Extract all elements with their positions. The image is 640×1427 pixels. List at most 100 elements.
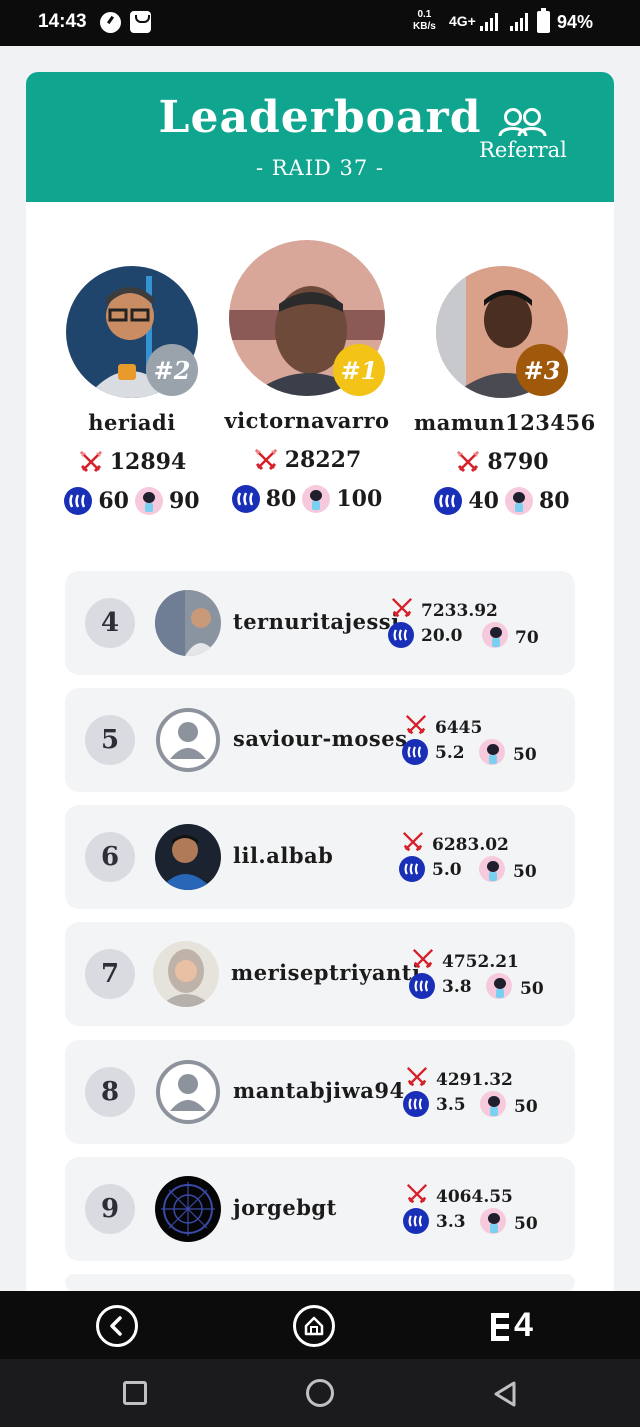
username: lil.albab bbox=[233, 843, 334, 868]
rank-badge-third: #3 bbox=[516, 344, 568, 396]
steem-value: 3.5 bbox=[436, 1095, 466, 1115]
steem-icon bbox=[403, 1091, 429, 1117]
fan-avatar-icon bbox=[135, 487, 163, 515]
home-circle-icon[interactable] bbox=[306, 1379, 334, 1407]
fan-value: 50 bbox=[513, 862, 537, 882]
signal-icon bbox=[480, 12, 498, 31]
rank-number: 9 bbox=[85, 1184, 135, 1234]
score: 6283.02 bbox=[432, 835, 509, 855]
leaderboard-logo-icon[interactable]: 4 bbox=[490, 1306, 546, 1344]
steem-value: 20.0 bbox=[421, 626, 463, 646]
steem-value: 5.2 bbox=[435, 743, 465, 763]
battery-percent: 94% bbox=[557, 12, 594, 32]
podium-score: 28227 bbox=[284, 447, 362, 473]
crossed-swords-icon bbox=[391, 597, 413, 618]
referral-label: Referral bbox=[479, 138, 567, 162]
status-bar: 14:43 0.1 KB/s 4G+ 94% bbox=[0, 0, 640, 46]
battery-icon bbox=[537, 8, 550, 33]
crossed-swords-icon bbox=[412, 948, 434, 969]
score: 4064.55 bbox=[436, 1187, 513, 1207]
steem-icon bbox=[388, 622, 414, 648]
fan-value: 50 bbox=[514, 1214, 538, 1234]
podium-second[interactable]: #2 heriadi 12894 60 90 bbox=[56, 266, 208, 515]
fan-avatar-icon bbox=[302, 485, 331, 513]
referral-button[interactable]: Referral bbox=[478, 106, 568, 162]
system-nav bbox=[0, 1359, 640, 1427]
fan-value: 50 bbox=[513, 745, 537, 765]
speedometer-icon bbox=[100, 12, 121, 33]
rank-number: 6 bbox=[85, 832, 135, 882]
leaderboard-row[interactable]: 6 lil.albab 6283.02 5.0 50 bbox=[65, 805, 575, 909]
username: saviour-moses bbox=[233, 726, 408, 751]
rank-number: 8 bbox=[85, 1067, 135, 1117]
podium-steem: 80 bbox=[265, 486, 297, 512]
crossed-swords-icon bbox=[457, 451, 480, 473]
score: 7233.92 bbox=[421, 601, 498, 621]
rank-number: 4 bbox=[85, 598, 135, 648]
score: 4291.32 bbox=[436, 1070, 513, 1090]
fan-avatar-icon bbox=[479, 856, 505, 882]
podium-steem: 40 bbox=[468, 488, 499, 514]
crossed-swords-icon bbox=[405, 714, 427, 735]
steem-icon bbox=[399, 856, 425, 882]
avatar bbox=[153, 941, 219, 1007]
podium-steem: 60 bbox=[98, 488, 129, 514]
fan-avatar-icon bbox=[505, 487, 533, 515]
avatar bbox=[155, 824, 221, 890]
back-triangle-icon[interactable] bbox=[492, 1380, 518, 1408]
rank-number: 5 bbox=[85, 715, 135, 765]
recents-icon[interactable] bbox=[123, 1381, 147, 1405]
leaderboard-row-partial[interactable] bbox=[65, 1274, 575, 1291]
crossed-swords-icon bbox=[406, 1183, 428, 1204]
steem-value: 3.8 bbox=[442, 977, 472, 997]
network-type: 4G+ bbox=[449, 13, 476, 29]
leaderboard-row[interactable]: 8 mantabjiwa94 4291.32 3.5 50 bbox=[65, 1040, 575, 1144]
fan-avatar-icon bbox=[486, 973, 512, 999]
back-icon[interactable] bbox=[96, 1305, 138, 1347]
podium-score: 12894 bbox=[109, 449, 187, 475]
podium-name: mamun123456 bbox=[414, 410, 596, 435]
steem-value: 5.0 bbox=[432, 860, 462, 880]
avatar: #1 bbox=[229, 240, 385, 396]
steem-icon bbox=[409, 973, 435, 999]
signal-icon-2 bbox=[510, 12, 528, 31]
steem-icon bbox=[231, 485, 260, 513]
crossed-swords-icon bbox=[402, 831, 424, 852]
users-icon bbox=[498, 108, 547, 137]
fan-avatar-icon bbox=[480, 1208, 506, 1234]
steem-icon bbox=[403, 1208, 429, 1234]
avatar bbox=[155, 1176, 221, 1242]
steem-icon bbox=[402, 739, 428, 765]
username: mantabjiwa94 bbox=[233, 1078, 405, 1103]
crossed-swords-icon bbox=[254, 449, 277, 471]
avatar: #3 bbox=[436, 266, 568, 398]
avatar: #2 bbox=[66, 266, 198, 398]
score: 4752.21 bbox=[442, 952, 519, 972]
rank-badge-first: #1 bbox=[333, 344, 385, 396]
fan-value: 50 bbox=[520, 979, 544, 999]
rank-number: 7 bbox=[85, 949, 135, 999]
avatar bbox=[155, 590, 221, 656]
speed-unit: KB/s bbox=[413, 21, 436, 32]
crossed-swords-icon bbox=[406, 1066, 428, 1087]
fan-value: 70 bbox=[515, 628, 539, 648]
podium-third[interactable]: #3 mamun123456 8790 40 80 bbox=[414, 266, 596, 515]
podium-fan: 80 bbox=[539, 488, 570, 514]
leaderboard-row[interactable]: 5 saviour-moses 6445 5.2 50 bbox=[65, 688, 575, 792]
leaderboard-row[interactable]: 9 jorgebgt 4064.55 3.3 50 bbox=[65, 1157, 575, 1261]
crossed-swords-icon bbox=[79, 451, 102, 473]
fan-avatar-icon bbox=[479, 739, 505, 765]
leaderboard-header: Leaderboard - RAID 37 - Referral bbox=[26, 72, 614, 202]
default-avatar-icon bbox=[155, 707, 221, 773]
leaderboard-row[interactable]: 4 ternuritajessi 7233.92 20.0 70 bbox=[65, 571, 575, 675]
logo-text: 4 bbox=[514, 1306, 533, 1344]
home-icon[interactable] bbox=[293, 1305, 335, 1347]
fan-avatar-icon bbox=[480, 1091, 506, 1117]
leaderboard-row[interactable]: 7 meriseptriyanti 4752.21 3.8 50 bbox=[65, 922, 575, 1026]
default-avatar-icon bbox=[155, 1059, 221, 1125]
fan-value: 50 bbox=[514, 1097, 538, 1117]
steem-icon bbox=[434, 487, 463, 515]
podium-first[interactable]: #1 victornavarro 28227 80 100 bbox=[222, 240, 392, 513]
network-speed: 0.1 KB/s bbox=[413, 9, 436, 33]
speed-value: 0.1 bbox=[417, 9, 432, 20]
